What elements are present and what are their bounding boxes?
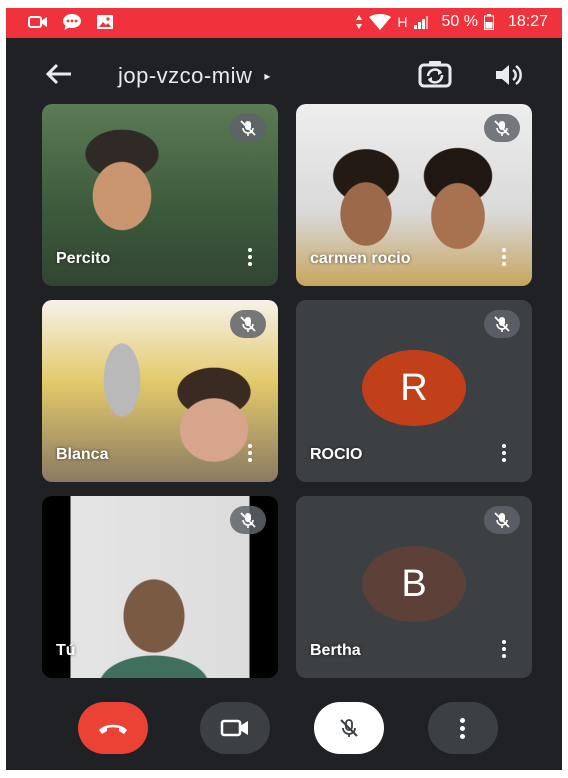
more-vert-icon[interactable] [500,248,508,270]
mic-toggle-button[interactable] [314,702,384,754]
participant-tile-bertha[interactable]: B Bertha [296,496,532,678]
call-controls [6,698,562,758]
more-vert-icon[interactable] [246,444,254,466]
participant-tile-blanca[interactable]: Blanca [42,300,278,482]
more-vert-icon[interactable] [500,444,508,466]
mic-off-icon [240,316,256,332]
mic-off-icon [240,120,256,136]
switch-camera-button[interactable] [418,60,452,88]
avatar: R [362,350,466,426]
participant-tile-rocio[interactable]: R ROCIO [296,300,532,482]
participant-tile-self[interactable]: Tú [42,496,278,678]
muted-badge [484,506,520,534]
mic-off-icon [240,512,256,528]
caret-right-icon: ▸ [264,69,271,83]
network-type: H [397,14,408,30]
participant-tile-carmen-rocio[interactable]: carmen rocio [296,104,532,286]
participant-name: carmen rocio [310,250,411,267]
wifi-icon [369,14,392,30]
end-call-button[interactable] [78,702,148,754]
speaker-icon [496,64,522,86]
avatar: B [362,546,466,622]
image-notification-icon [97,15,113,29]
more-vert-icon [460,717,466,739]
videocam-icon [220,719,248,737]
call-header: jop-vzco-miw ▸ [6,38,562,108]
system-status: H 50 % 18:27 [355,13,548,31]
participant-name: Tú [56,642,76,659]
mic-off-icon [494,120,510,136]
meeting-code: jop-vzco-miw [118,63,253,88]
switch-camera-icon [418,61,452,88]
participant-name: Blanca [56,446,109,463]
muted-badge [230,310,266,338]
status-bar: H 50 % 18:27 [6,8,562,38]
camera-toggle-button[interactable] [200,702,270,754]
more-options-button[interactable] [428,702,498,754]
participant-tile-percito[interactable]: Percito [42,104,278,286]
arrow-left-icon [45,63,71,85]
back-button[interactable] [44,62,74,86]
chat-notification-icon [63,14,81,30]
phone-hangup-icon [99,724,127,734]
mic-off-icon [494,512,510,528]
battery-level: 50 % [441,13,478,30]
avatar-initial: B [401,562,427,605]
muted-badge [230,506,266,534]
phone-screen: H 50 % 18:27 jop-vzco-miw ▸ Percito carm… [6,8,562,770]
clock: 18:27 [507,13,548,30]
more-vert-icon[interactable] [246,248,254,270]
notification-icons [28,13,114,31]
muted-badge [484,114,520,142]
muted-badge [230,114,266,142]
battery-icon [483,14,494,30]
more-vert-icon[interactable] [500,640,508,662]
video-notification-icon [28,16,47,28]
data-transfer-icon [356,15,363,29]
participant-name: Bertha [310,642,361,659]
mic-off-icon [494,316,510,332]
mic-off-icon [340,719,358,737]
speaker-button[interactable] [494,62,524,88]
meeting-title[interactable]: jop-vzco-miw ▸ [118,63,271,89]
signal-icon [414,16,429,29]
muted-badge [484,310,520,338]
participant-name: ROCIO [310,446,363,463]
participant-name: Percito [56,250,111,267]
avatar-initial: R [400,366,428,409]
